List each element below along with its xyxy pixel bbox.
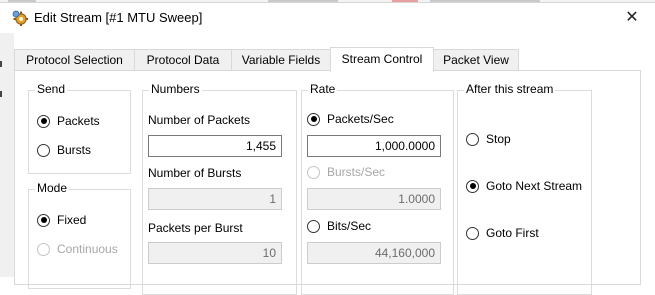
edit-stream-dialog: Edit Stream [#1 MTU Sweep] ✕ Protocol Se…	[0, 2, 655, 295]
radio-indicator	[37, 213, 50, 227]
num-bursts-input[interactable]: 1	[148, 188, 282, 210]
radio-indicator	[466, 226, 479, 240]
after-goto-next-radio[interactable]: Goto Next Stream	[466, 179, 582, 193]
radio-indicator	[466, 179, 479, 193]
send-bursts-radio[interactable]: Bursts	[37, 143, 91, 157]
close-icon: ✕	[625, 9, 639, 26]
packets-sec-input[interactable]: 1,000.0000	[307, 135, 441, 157]
dialog-left-edge	[0, 33, 14, 277]
after-goto-first-radio[interactable]: Goto First	[466, 226, 539, 240]
tab-packet-view[interactable]: Packet View	[433, 49, 519, 71]
num-packets-input[interactable]: 1,455	[148, 135, 282, 157]
radio-indicator	[307, 112, 320, 126]
rate-group: Rate Packets/Sec 1,000.0000 Bursts/Sec 1…	[301, 82, 454, 295]
rate-bits-sec-label: Bits/Sec	[327, 219, 372, 233]
radio-indicator	[466, 132, 479, 146]
mode-fixed-radio[interactable]: Fixed	[37, 213, 86, 227]
packets-per-burst-input[interactable]: 10	[148, 242, 282, 264]
radio-indicator	[37, 242, 50, 256]
send-bursts-label: Bursts	[57, 143, 92, 157]
tab-variable-fields[interactable]: Variable Fields	[231, 49, 331, 71]
rate-bits-sec-radio[interactable]: Bits/Sec	[307, 219, 371, 233]
window-title: Edit Stream [#1 MTU Sweep]	[34, 10, 203, 25]
numbers-group-title: Numbers	[149, 82, 202, 96]
rate-bursts-sec-radio[interactable]: Bursts/Sec	[307, 165, 385, 179]
rate-packets-sec-radio[interactable]: Packets/Sec	[307, 112, 394, 126]
after-stream-group-title: After this stream	[464, 82, 556, 96]
mode-group-title: Mode	[35, 181, 70, 195]
title-bar[interactable]: Edit Stream [#1 MTU Sweep] ✕	[0, 3, 655, 33]
mode-continuous-label: Continuous	[57, 242, 118, 256]
mode-group: Mode Fixed Continuous	[28, 181, 131, 289]
bits-sec-input[interactable]: 44,160,000	[307, 242, 441, 264]
bursts-sec-input[interactable]: 1.0000	[307, 188, 441, 210]
numbers-group: Numbers Number of Packets 1,455 Number o…	[142, 82, 297, 295]
mode-continuous-radio[interactable]: Continuous	[37, 242, 118, 256]
send-group-title: Send	[35, 82, 68, 96]
after-stop-radio[interactable]: Stop	[466, 132, 511, 146]
tab-stream-control[interactable]: Stream Control	[330, 47, 434, 72]
rate-bursts-sec-label: Bursts/Sec	[327, 165, 386, 179]
gear-icon	[12, 10, 28, 26]
mode-fixed-label: Fixed	[57, 213, 87, 227]
after-goto-next-label: Goto Next Stream	[486, 179, 583, 193]
rate-group-title: Rate	[308, 82, 338, 96]
tab-protocol-selection[interactable]: Protocol Selection	[14, 49, 135, 71]
rate-packets-sec-label: Packets/Sec	[327, 112, 394, 126]
radio-indicator	[37, 114, 50, 128]
num-packets-label: Number of Packets	[148, 113, 251, 127]
radio-indicator	[307, 165, 320, 179]
stream-control-panel: Send Packets Bursts Mode Fixed Continuou…	[14, 70, 641, 295]
radio-indicator	[307, 219, 320, 233]
after-stream-group: After this stream Stop Goto Next Stream …	[457, 82, 592, 295]
packets-per-burst-label: Packets per Burst	[148, 221, 243, 235]
tab-protocol-data[interactable]: Protocol Data	[134, 49, 232, 71]
after-stop-label: Stop	[486, 132, 511, 146]
send-packets-radio[interactable]: Packets	[37, 114, 100, 128]
send-group: Send Packets Bursts	[28, 82, 131, 174]
close-button[interactable]: ✕	[609, 3, 655, 33]
num-bursts-label: Number of Bursts	[148, 166, 242, 180]
after-goto-first-label: Goto First	[486, 226, 539, 240]
send-packets-label: Packets	[57, 114, 100, 128]
radio-indicator	[37, 143, 50, 157]
